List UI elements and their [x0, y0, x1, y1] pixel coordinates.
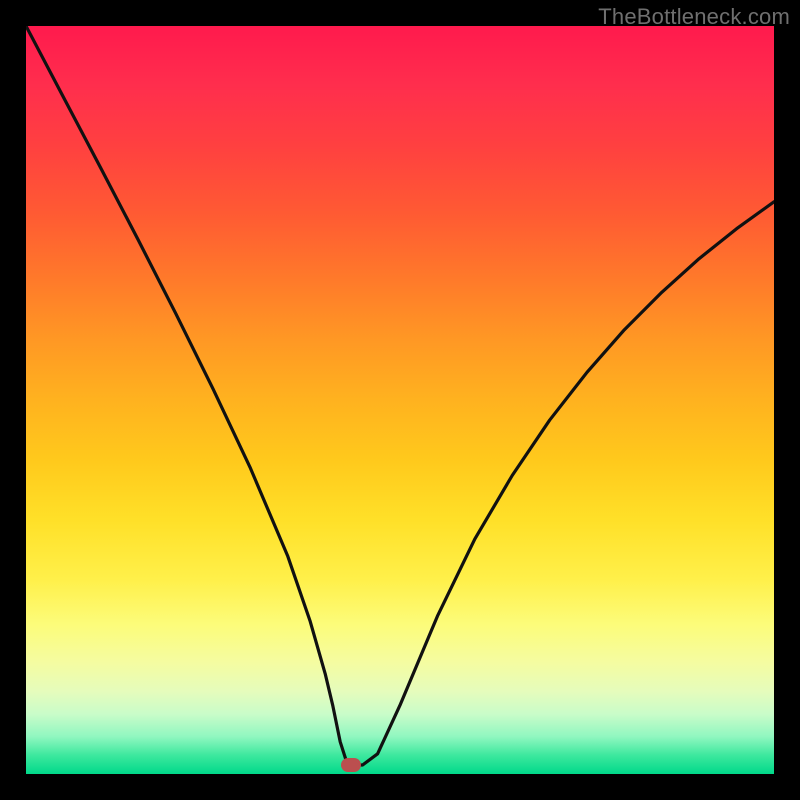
bottleneck-curve	[26, 26, 774, 765]
watermark-text: TheBottleneck.com	[598, 4, 790, 30]
curve-svg	[26, 26, 774, 774]
optimum-marker	[341, 758, 361, 772]
plot-area	[26, 26, 774, 774]
chart-frame: TheBottleneck.com	[0, 0, 800, 800]
